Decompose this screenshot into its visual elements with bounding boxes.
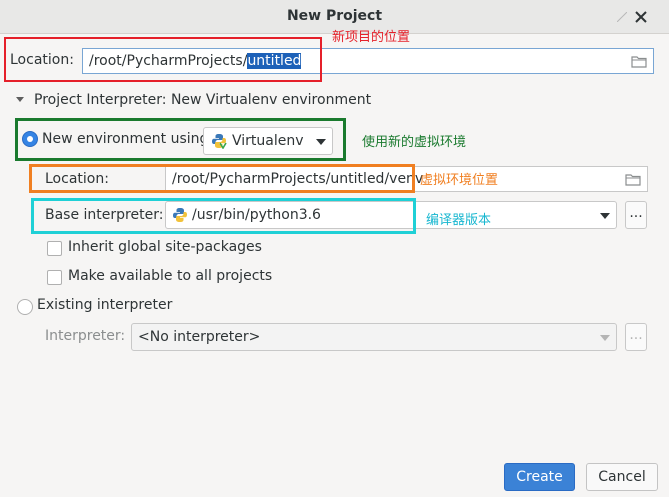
section-collapse-icon[interactable] bbox=[16, 97, 24, 102]
existing-interpreter-select[interactable]: <No interpreter> bbox=[131, 323, 617, 351]
base-interpreter-annotation-box bbox=[31, 198, 416, 234]
new-env-annotation-text: 使用新的虚拟环境 bbox=[362, 135, 467, 150]
existing-interpreter-label[interactable]: Existing interpreter bbox=[37, 297, 172, 313]
make-available-checkbox[interactable] bbox=[47, 270, 62, 285]
close-icon[interactable] bbox=[633, 9, 649, 25]
location-annotation-text: 新项目的位置 bbox=[332, 30, 411, 45]
create-button[interactable]: Create bbox=[504, 463, 575, 491]
interpreter-section-header[interactable]: Project Interpreter: New Virtualenv envi… bbox=[34, 92, 371, 108]
chevron-down-icon bbox=[600, 213, 610, 219]
folder-icon[interactable] bbox=[631, 55, 647, 68]
existing-interpreter-value: <No interpreter> bbox=[138, 329, 261, 345]
existing-interpreter-radio[interactable] bbox=[17, 299, 33, 315]
interpreter-label: Interpreter: bbox=[45, 328, 126, 344]
location-annotation-box bbox=[4, 37, 322, 82]
base-interpreter-annotation-text: 编译器版本 bbox=[426, 213, 492, 228]
make-available-label[interactable]: Make available to all projects bbox=[68, 268, 272, 284]
resize-grip-icon bbox=[617, 12, 627, 22]
base-interpreter-browse-button[interactable]: ... bbox=[625, 201, 647, 229]
inherit-site-packages-checkbox[interactable] bbox=[47, 241, 62, 256]
existing-interpreter-browse-button[interactable]: ... bbox=[625, 323, 647, 351]
venv-location-annotation-box bbox=[29, 164, 415, 193]
folder-icon[interactable] bbox=[625, 173, 641, 186]
venv-location-annotation-text: 虚拟环境位置 bbox=[420, 173, 499, 188]
chevron-down-icon bbox=[600, 335, 610, 341]
new-env-annotation-box bbox=[15, 118, 346, 161]
window-title: New Project bbox=[286, 8, 383, 24]
cancel-button[interactable]: Cancel bbox=[586, 463, 658, 491]
inherit-site-packages-label[interactable]: Inherit global site-packages bbox=[68, 239, 262, 255]
